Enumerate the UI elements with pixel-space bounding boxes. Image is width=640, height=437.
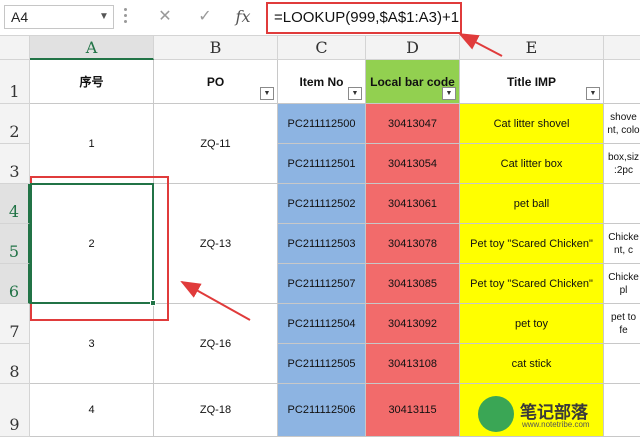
watermark-url: www.notetribe.com — [522, 420, 590, 429]
watermark-logo-icon — [478, 396, 514, 432]
arrow-to-formula — [458, 33, 503, 57]
arrow-to-cell — [180, 281, 251, 321]
annotation-arrows — [180, 33, 503, 321]
